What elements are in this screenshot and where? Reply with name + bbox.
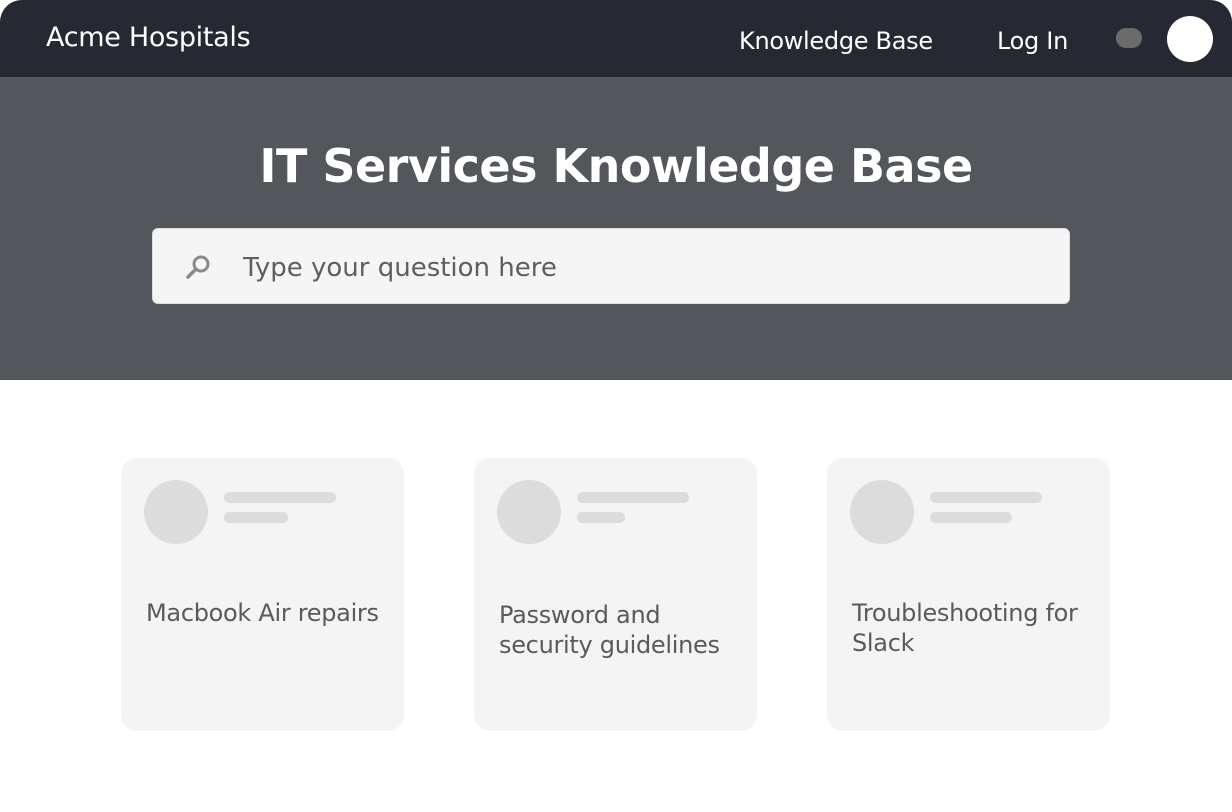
card-image-placeholder [850,480,914,544]
status-dot-icon[interactable] [1116,28,1142,48]
card-title[interactable]: Troubleshooting for Slack [852,598,1092,658]
hero-banner: IT Services Knowledge Base [0,77,1232,380]
card-text-placeholder [930,512,1012,523]
search-icon [186,255,210,279]
nav-login-link[interactable]: Log In [997,27,1068,55]
search-bar[interactable] [152,228,1070,304]
article-card[interactable]: Troubleshooting for Slack [827,458,1110,731]
page-title: IT Services Knowledge Base [259,139,973,193]
card-text-placeholder [577,492,689,503]
card-image-placeholder [144,480,208,544]
card-image-placeholder [497,480,561,544]
card-title[interactable]: Macbook Air repairs [146,598,386,628]
card-text-placeholder [224,492,336,503]
card-text-placeholder [577,512,625,523]
search-input[interactable] [241,247,1045,289]
article-card[interactable]: Password and security guidelines [474,458,757,731]
card-title[interactable]: Password and security guidelines [499,600,739,660]
article-card[interactable]: Macbook Air repairs [121,458,404,731]
app-window: Acme Hospitals Knowledge Base Log In IT … [0,0,1232,812]
brand-logo-text[interactable]: Acme Hospitals [46,22,251,53]
card-text-placeholder [224,512,288,523]
nav-knowledge-base-link[interactable]: Knowledge Base [739,27,933,55]
user-avatar[interactable] [1167,16,1213,62]
card-text-placeholder [930,492,1042,503]
top-navbar: Acme Hospitals Knowledge Base Log In [0,0,1232,77]
